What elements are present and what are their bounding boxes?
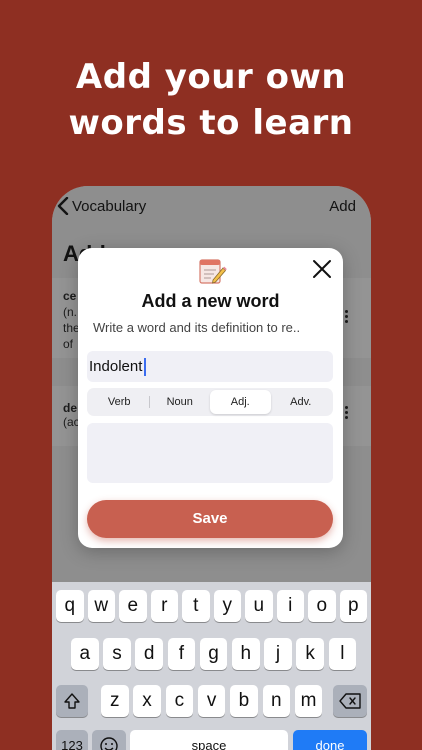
key-x[interactable]: x bbox=[133, 685, 161, 717]
key-e[interactable]: e bbox=[119, 590, 147, 622]
key-c[interactable]: c bbox=[165, 685, 194, 717]
dialog-subtitle: Write a word and its definition to re.. bbox=[93, 320, 301, 335]
numbers-key[interactable]: 123 bbox=[56, 730, 88, 750]
key-b[interactable]: b bbox=[230, 685, 258, 717]
done-key[interactable]: done bbox=[293, 730, 367, 750]
key-j[interactable]: j bbox=[264, 638, 292, 670]
key-o[interactable]: o bbox=[308, 590, 336, 622]
save-button[interactable]: Save bbox=[87, 500, 333, 538]
notepad-pencil-icon bbox=[199, 259, 227, 284]
key-i[interactable]: i bbox=[276, 590, 304, 622]
keyboard-row-2: asdfghjkl bbox=[52, 638, 371, 670]
key-r[interactable]: r bbox=[150, 590, 178, 622]
shift-key[interactable] bbox=[56, 685, 88, 717]
shift-icon bbox=[64, 693, 80, 709]
key-d[interactable]: d bbox=[135, 638, 163, 670]
key-w[interactable]: w bbox=[87, 590, 115, 622]
definition-field[interactable] bbox=[87, 423, 333, 483]
key-a[interactable]: a bbox=[71, 638, 99, 670]
segment-verb[interactable]: Verb bbox=[89, 390, 150, 414]
keyboard-row-4: 123 space done bbox=[52, 730, 371, 750]
key-v[interactable]: v bbox=[197, 685, 226, 717]
close-icon[interactable] bbox=[311, 258, 333, 280]
emoji-icon bbox=[100, 737, 118, 750]
backspace-icon bbox=[339, 693, 361, 709]
headline-line-2: words to learn bbox=[68, 103, 354, 143]
segment-adv[interactable]: Adv. bbox=[271, 390, 332, 414]
keyboard-row-1: qwertyuiop bbox=[52, 590, 371, 622]
key-f[interactable]: f bbox=[167, 638, 196, 670]
key-g[interactable]: g bbox=[199, 638, 228, 670]
keyboard-row-3: zxcvbnm bbox=[52, 685, 371, 717]
dialog-title: Add a new word bbox=[141, 291, 280, 311]
segment-adj[interactable]: Adj. bbox=[210, 390, 271, 414]
key-q[interactable]: q bbox=[56, 590, 84, 622]
space-key[interactable]: space bbox=[130, 730, 288, 750]
key-k[interactable]: k bbox=[296, 638, 324, 670]
segment-noun[interactable]: Noun bbox=[150, 390, 211, 414]
add-word-dialog: Add a new word Write a word and its defi… bbox=[78, 248, 343, 548]
delete-key[interactable] bbox=[333, 685, 367, 717]
key-m[interactable]: m bbox=[294, 685, 323, 717]
emoji-key[interactable] bbox=[92, 730, 126, 750]
key-z[interactable]: z bbox=[101, 685, 129, 717]
key-y[interactable]: y bbox=[213, 590, 241, 622]
key-l[interactable]: l bbox=[328, 638, 357, 670]
key-t[interactable]: t bbox=[182, 590, 210, 622]
key-s[interactable]: s bbox=[103, 638, 131, 670]
text-cursor bbox=[144, 358, 146, 376]
key-n[interactable]: n bbox=[262, 685, 290, 717]
key-h[interactable]: h bbox=[232, 638, 260, 670]
keyboard: qwertyuiop asdfghjkl zxcvbnm 123 space d… bbox=[52, 582, 371, 750]
promo-headline: Add your own words to learn bbox=[0, 54, 422, 146]
key-p[interactable]: p bbox=[339, 590, 367, 622]
headline-line-1: Add your own bbox=[75, 57, 347, 97]
word-type-selector[interactable]: Verb Noun Adj. Adv. bbox=[87, 388, 333, 416]
key-u[interactable]: u bbox=[245, 590, 273, 622]
word-input[interactable] bbox=[87, 351, 333, 382]
